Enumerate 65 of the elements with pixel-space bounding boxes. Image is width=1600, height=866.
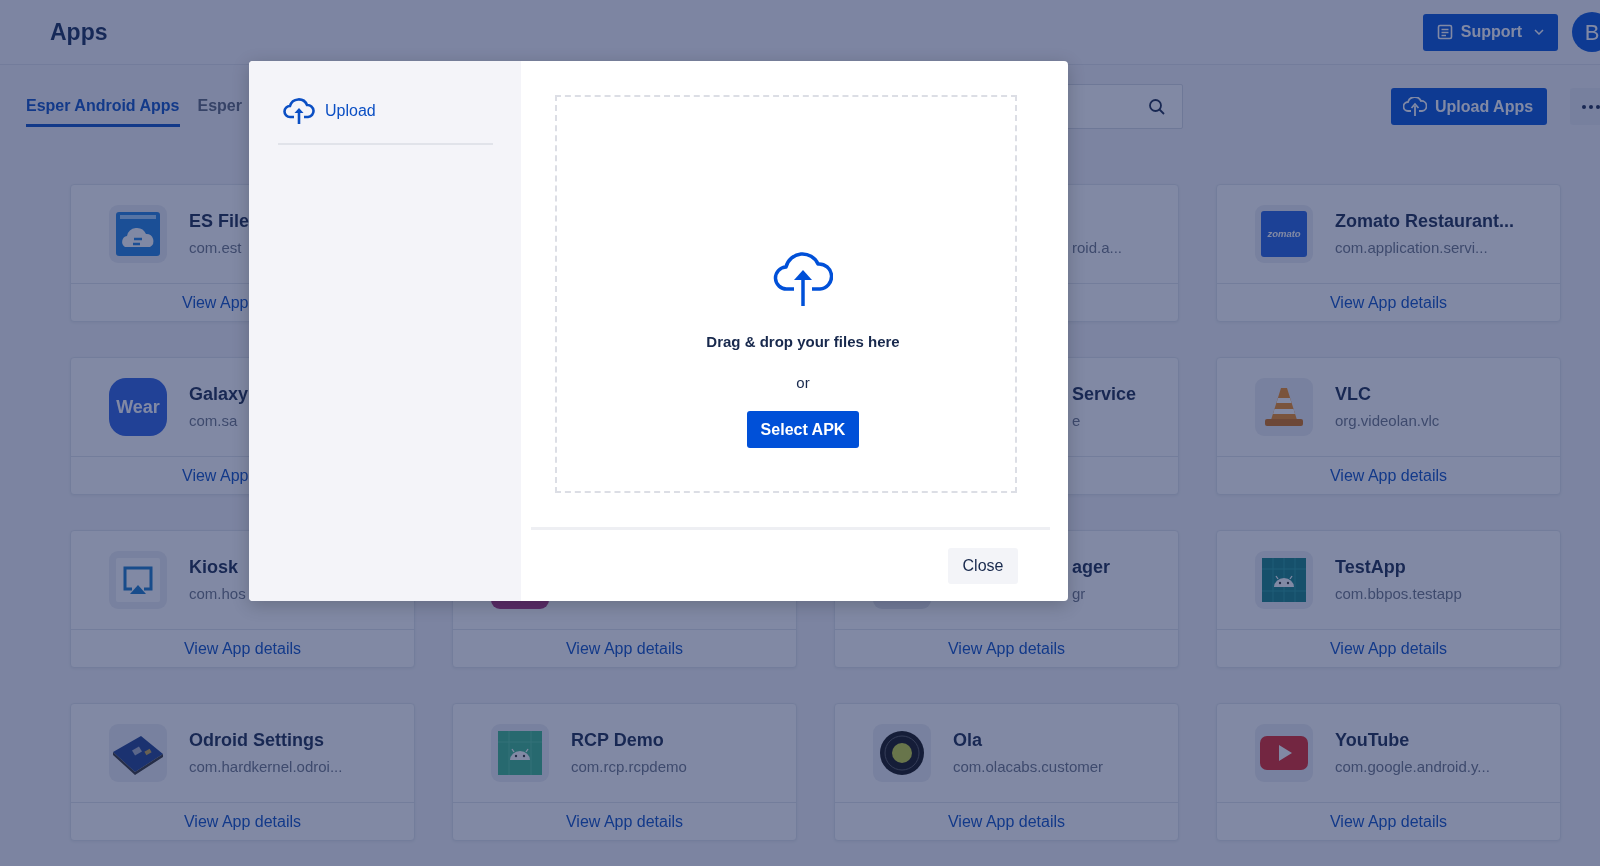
app-name: Odroid Settings [189, 729, 325, 751]
package-name: com.olacabs.customer [953, 757, 1104, 777]
search-icon [1148, 97, 1166, 116]
view-details-link[interactable]: View App [182, 464, 249, 488]
view-details-link[interactable]: View App details [183, 637, 302, 661]
package-name: com.sa [189, 411, 239, 431]
drop-zone[interactable]: Drag & drop your files here or Select APK [555, 95, 1017, 493]
app-name: ES File [189, 210, 250, 232]
monitor-icon [115, 557, 161, 603]
app-name: Galaxy [189, 383, 249, 405]
app-name: Kiosk [189, 556, 240, 578]
page-title: Apps [50, 17, 108, 47]
ring-icon [879, 730, 925, 776]
package-name: e [1072, 411, 1082, 431]
caret-icon [1534, 29, 1545, 35]
view-details-link[interactable]: View App details [947, 637, 1066, 661]
more-button[interactable] [1570, 88, 1600, 125]
upload-cloud-icon [1403, 96, 1427, 117]
tab[interactable]: Esper [197, 94, 242, 127]
package-name: com.hardkernel.odroi... [189, 757, 343, 777]
view-details-link[interactable]: View App details [565, 637, 684, 661]
folder-cloud-icon [115, 211, 161, 257]
app-name: TestApp [1335, 556, 1407, 578]
app-name: Service [1072, 383, 1137, 405]
app-name: YouTube [1335, 729, 1411, 751]
view-details-link[interactable]: View App details [1329, 810, 1448, 834]
android-icon [497, 730, 543, 776]
package-name: gr [1072, 584, 1087, 604]
user-avatar[interactable]: B [1572, 12, 1600, 52]
app-name: ager [1072, 556, 1111, 578]
package-name: roid.a... [1072, 238, 1123, 258]
package-name: com.google.android.y... [1335, 757, 1490, 777]
upload-nav-item[interactable]: Upload [278, 97, 376, 125]
close-button[interactable]: Close [948, 548, 1018, 584]
app-name: Ola [953, 729, 983, 751]
package-name: org.videolan.vlc [1335, 411, 1440, 431]
app-logo: zomato [1261, 211, 1307, 257]
upload-cloud-icon [283, 97, 315, 125]
select-apk-button[interactable]: Select APK [746, 411, 860, 448]
view-details-link[interactable]: View App details [947, 810, 1066, 834]
drop-instructions: Drag & drop your files here [706, 332, 900, 352]
upload-apps-button[interactable]: Upload Apps [1391, 88, 1547, 125]
or-label: or [796, 372, 810, 393]
app-name: VLC [1335, 383, 1372, 405]
view-details-link[interactable]: View App details [183, 810, 302, 834]
package-name: com.bbpos.testapp [1335, 584, 1462, 604]
android-icon [1261, 557, 1307, 603]
upload-cloud-icon [773, 249, 833, 307]
view-details-link[interactable]: View App [182, 291, 249, 315]
view-details-link[interactable]: View App details [1329, 464, 1448, 488]
tab[interactable]: Esper Android Apps [26, 94, 180, 127]
package-name: com.application.servi... [1335, 238, 1489, 258]
play-icon [1259, 735, 1309, 771]
package-name: com.hos [189, 584, 246, 604]
app-name: RCP Demo [571, 729, 665, 751]
view-details-link[interactable]: View App details [565, 810, 684, 834]
view-details-link[interactable]: View App details [1329, 291, 1448, 315]
support-button[interactable]: Support [1423, 13, 1558, 51]
view-details-link[interactable]: View App details [1329, 637, 1448, 661]
package-name: com.rcp.rcpdemo [571, 757, 687, 777]
app-logo: Wear [109, 378, 167, 436]
document-icon [1436, 24, 1453, 40]
app-name: Zomato Restaurant... [1335, 210, 1515, 232]
more-icon [1581, 103, 1600, 110]
package-name: com.est [189, 238, 243, 258]
